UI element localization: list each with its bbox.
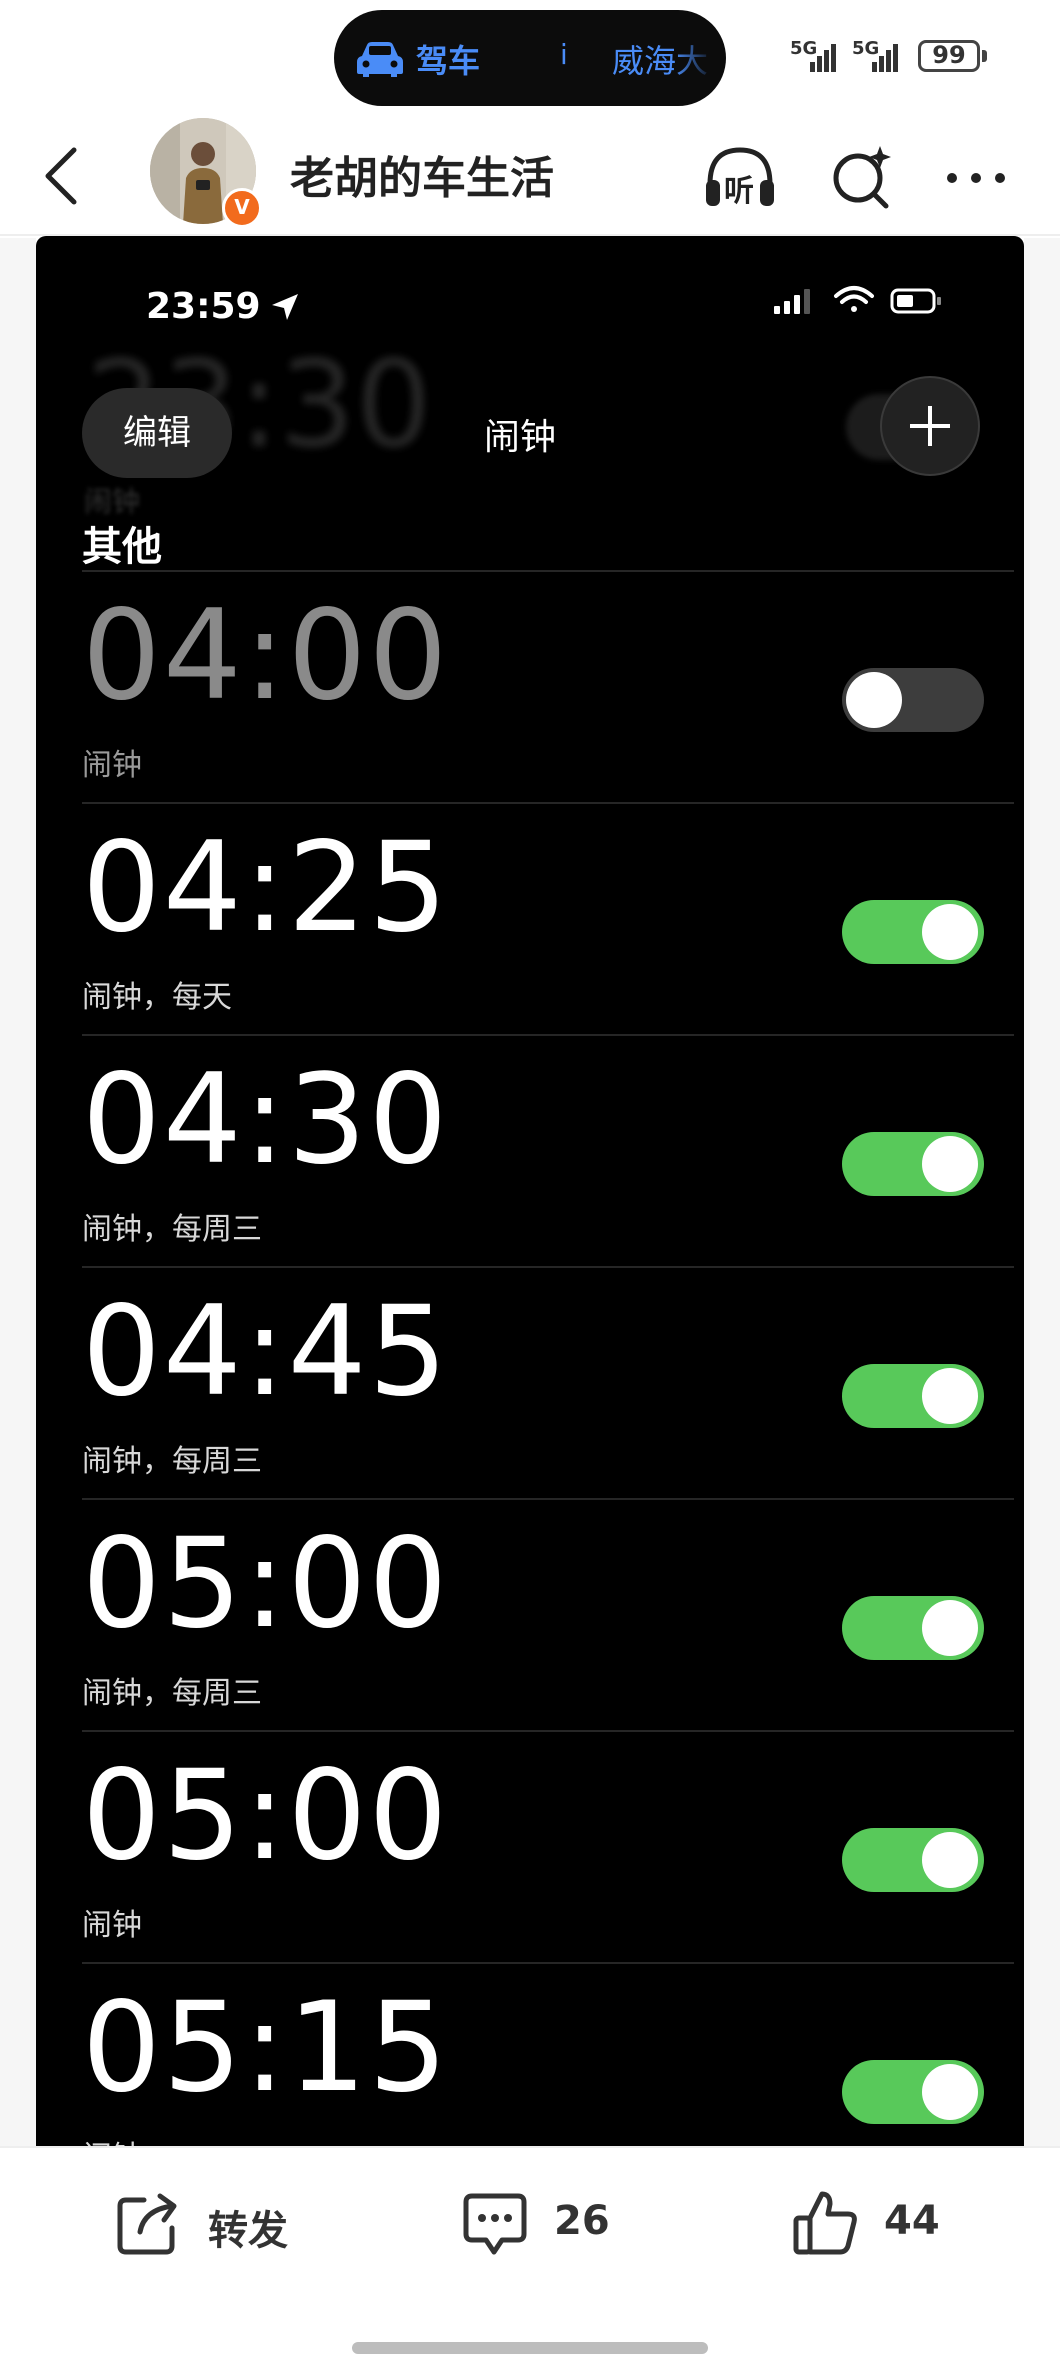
alarm-label: 闹钟 <box>82 748 142 783</box>
account-name[interactable]: 老胡的车生活 <box>290 142 554 206</box>
like-count: 44 <box>884 2198 940 2244</box>
car-icon <box>357 42 403 77</box>
toggle-knob <box>922 1368 978 1424</box>
listen-button[interactable]: 听 <box>700 138 780 218</box>
post-header: V 老胡的车生活 听 <box>0 118 1060 238</box>
live-activity-pill[interactable]: 驾车 i 威海大 <box>334 10 726 106</box>
location-arrow-icon <box>272 294 298 320</box>
alarm-time: 05:00 <box>82 1744 450 1888</box>
plus-icon[interactable] <box>880 376 980 476</box>
wifi-icon <box>834 286 874 312</box>
alarm-label: 闹钟 <box>82 1908 142 1943</box>
content-margin-right <box>1024 238 1060 2146</box>
search-sparkle-icon <box>833 146 891 209</box>
like-button[interactable]: 44 <box>790 2188 950 2258</box>
alarm-label: 闹钟 <box>82 2132 142 2146</box>
comment-count: 26 <box>554 2198 610 2244</box>
alarm-label: 闹钟，每周三 <box>82 1212 262 1247</box>
toggle-knob <box>922 2064 978 2120</box>
share-label: 转发 <box>208 2208 288 2254</box>
share-icon <box>117 2193 177 2255</box>
live-activity-separator: i <box>560 38 568 71</box>
comment-button[interactable]: 26 <box>460 2188 620 2258</box>
alarm-toggle[interactable] <box>842 900 984 964</box>
search-button[interactable] <box>822 138 902 218</box>
alarm-toggle[interactable] <box>842 2060 984 2124</box>
alarm-row[interactable]: 05:00 闹钟 <box>36 1732 1024 1962</box>
section-title: 其他 <box>82 524 162 570</box>
toggle-knob <box>922 1136 978 1192</box>
content-margin-left <box>0 238 36 2146</box>
page-title: 闹钟 <box>484 417 557 458</box>
listen-label: 听 <box>724 174 754 209</box>
alarm-toggle[interactable] <box>842 1132 984 1196</box>
battery-tip <box>982 50 987 62</box>
back-arrow-icon[interactable] <box>36 144 96 208</box>
verified-badge: V <box>222 188 262 228</box>
alarm-row[interactable]: 04:25 闹钟，每天 <box>36 804 1024 1034</box>
alarm-label: 闹钟，每周三 <box>82 1676 262 1711</box>
alarm-toggle[interactable] <box>842 1364 984 1428</box>
toggle-knob <box>846 672 902 728</box>
alarm-row[interactable]: 05:15 闹钟 <box>36 1964 1024 2146</box>
alarm-row[interactable]: 04:00 闹钟 <box>36 572 1024 802</box>
comment-icon <box>463 2193 527 2255</box>
battery-icon <box>890 288 941 314</box>
action-bar: 转发 26 44 <box>0 2146 1060 2378</box>
alarm-toggle[interactable] <box>842 1596 984 1660</box>
toggle-knob <box>922 1600 978 1656</box>
status-bar: 驾车 i 威海大 5G 5G 99 <box>0 0 1060 118</box>
like-icon <box>793 2191 857 2255</box>
signal-icon: 5G <box>852 38 900 74</box>
live-activity-label: 驾车 <box>416 42 481 80</box>
battery-icon: 99 <box>918 40 980 72</box>
more-button[interactable] <box>936 138 1016 218</box>
ios-status-icons <box>774 286 941 314</box>
alarm-time: 05:15 <box>82 1976 450 2120</box>
alarm-time: 04:25 <box>82 816 450 960</box>
alarm-time: 04:00 <box>82 584 450 728</box>
signal-2-label: 5G <box>852 38 880 59</box>
alarm-time: 05:00 <box>82 1512 450 1656</box>
home-indicator[interactable] <box>352 2342 708 2354</box>
alarm-time: 04:45 <box>82 1280 450 1424</box>
alarm-label: 闹钟，每天 <box>82 980 232 1015</box>
edit-button[interactable]: 编辑 <box>82 388 232 478</box>
toggle-knob <box>922 1832 978 1888</box>
alarm-row[interactable]: 05:00 闹钟，每周三 <box>36 1500 1024 1730</box>
alarm-row[interactable]: 04:45 闹钟，每周三 <box>36 1268 1024 1498</box>
share-button[interactable]: 转发 <box>114 2188 314 2258</box>
post-image[interactable]: 23:59 23:30 闹钟 编辑 闹钟 其他 04:00 闹钟 04:25 闹钟，每… <box>36 236 1024 2146</box>
alarm-toggle[interactable] <box>842 1828 984 1892</box>
battery-level: 99 <box>932 41 966 69</box>
alarm-row[interactable]: 04:30 闹钟，每周三 <box>36 1036 1024 1266</box>
alarm-time: 04:30 <box>82 1048 450 1192</box>
location-fade <box>674 30 714 86</box>
alarm-toggle[interactable] <box>842 668 984 732</box>
alarm-label: 闹钟，每周三 <box>82 1444 262 1479</box>
signal-icon <box>774 289 810 314</box>
toggle-knob <box>922 904 978 960</box>
more-icon <box>947 173 1005 183</box>
signal-1-label: 5G <box>790 38 818 59</box>
signal-icon: 5G <box>790 38 838 74</box>
ios-status-time: 23:59 <box>146 286 261 327</box>
